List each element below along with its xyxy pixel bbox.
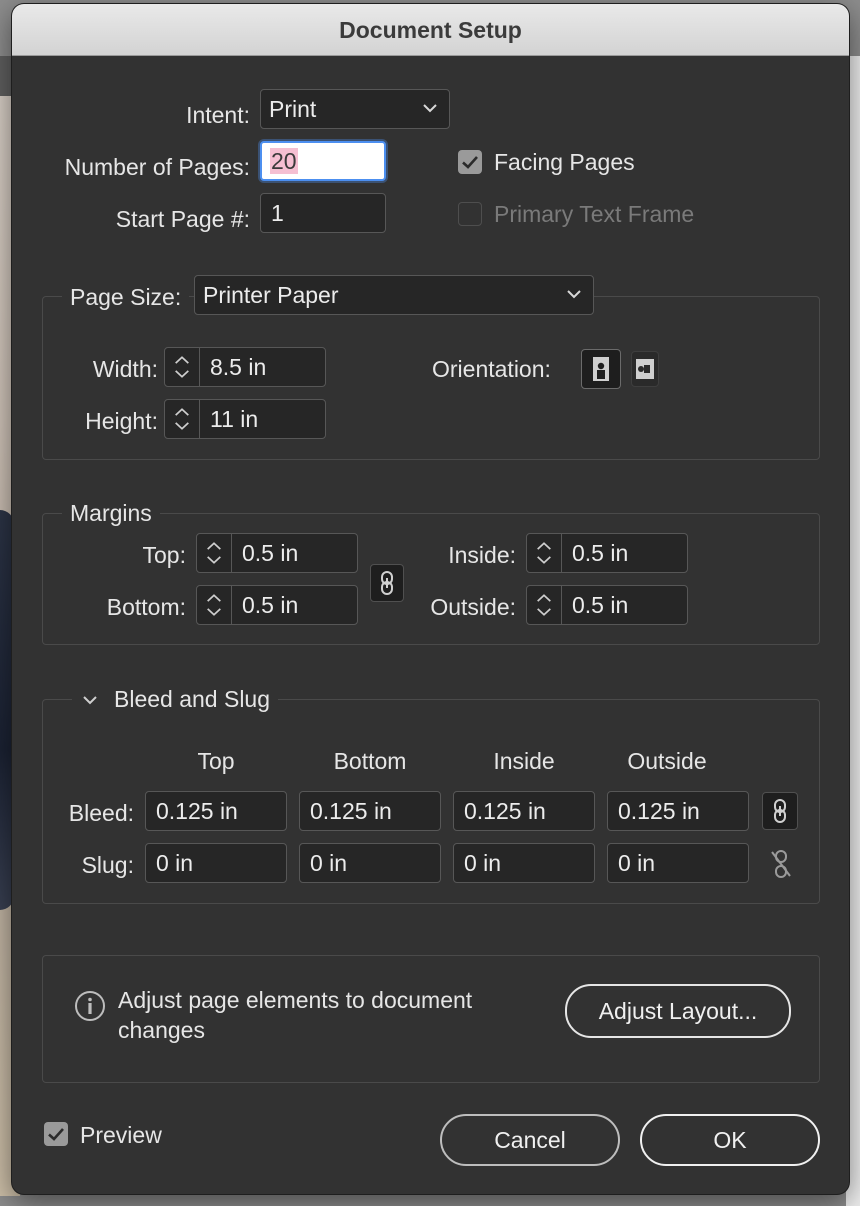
bleed-link-button[interactable] (762, 792, 798, 830)
checkmark-icon (462, 156, 478, 169)
bleed-inside-input[interactable]: 0.125 in (453, 791, 595, 831)
stepper-arrows-icon[interactable] (197, 534, 232, 572)
preview-checkbox[interactable] (44, 1122, 68, 1146)
column-header-inside: Inside (493, 748, 555, 774)
column-header-bottom: Bottom (333, 748, 407, 774)
bleed-outside-input[interactable]: 0.125 in (607, 791, 749, 831)
checkmark-icon (48, 1128, 64, 1141)
stepper-arrows-icon[interactable] (197, 586, 232, 624)
column-header-outside: Outside (627, 748, 707, 774)
page-size-select[interactable]: Printer Paper (194, 275, 594, 315)
intent-value: Print (269, 96, 317, 122)
slug-inside-input[interactable]: 0 in (453, 843, 595, 883)
ok-button[interactable]: OK (640, 1114, 820, 1166)
margin-top-label: Top: (142, 542, 186, 568)
chain-link-icon (774, 799, 786, 823)
bleed-slug-header[interactable]: Bleed and Slug (72, 685, 279, 713)
facing-pages-checkbox[interactable] (458, 150, 482, 174)
chevron-down-icon (567, 290, 581, 299)
stepper-arrows-icon[interactable] (165, 348, 200, 386)
width-label: Width: (92, 356, 158, 382)
landscape-orientation-button[interactable] (631, 351, 659, 387)
stepper-arrows-icon[interactable] (165, 400, 200, 438)
slug-outside-input[interactable]: 0 in (607, 843, 749, 883)
intent-label: Intent: (186, 102, 250, 128)
margin-top-stepper[interactable]: 0.5 in (196, 533, 358, 573)
facing-pages-label: Facing Pages (494, 149, 635, 175)
landscape-icon (636, 359, 654, 379)
height-stepper[interactable]: 11 in (164, 399, 326, 439)
orientation-label: Orientation: (432, 356, 551, 382)
broken-link-icon (771, 850, 791, 878)
margin-inside-value: 0.5 in (572, 540, 629, 566)
height-label: Height: (85, 408, 158, 434)
adjust-layout-button[interactable]: Adjust Layout... (565, 984, 791, 1038)
portrait-icon (593, 357, 609, 381)
start-page-input[interactable]: 1 (260, 193, 386, 233)
pages-value: 20 (270, 148, 298, 174)
pages-label: Number of Pages: (64, 154, 250, 180)
info-icon (74, 990, 106, 1022)
cancel-button[interactable]: Cancel (440, 1114, 620, 1166)
primary-text-frame-checkbox[interactable] (458, 202, 482, 226)
margins-link-button[interactable] (370, 564, 404, 602)
stepper-arrows-icon[interactable] (527, 586, 562, 624)
margin-bottom-value: 0.5 in (242, 592, 299, 618)
page-size-group (42, 296, 820, 460)
margin-bottom-label: Bottom: (106, 594, 186, 620)
margins-group (42, 513, 820, 645)
adjust-text-line1: Adjust page elements to document (118, 987, 473, 1013)
bleed-slug-title: Bleed and Slug (114, 686, 271, 712)
page-size-label: Page Size: (62, 283, 190, 311)
chevron-down-icon (83, 696, 97, 705)
slug-label: Slug: (81, 852, 134, 878)
margin-outside-label: Outside: (430, 594, 516, 620)
slug-unlink-button[interactable] (764, 846, 798, 882)
start-page-label: Start Page #: (115, 206, 250, 232)
primary-text-frame-label: Primary Text Frame (494, 201, 695, 227)
slug-bottom-input[interactable]: 0 in (299, 843, 441, 883)
bleed-bottom-input[interactable]: 0.125 in (299, 791, 441, 831)
portrait-orientation-button[interactable] (581, 349, 621, 389)
margin-inside-label: Inside: (448, 542, 516, 568)
width-stepper[interactable]: 8.5 in (164, 347, 326, 387)
chain-link-icon (381, 571, 393, 595)
margin-outside-stepper[interactable]: 0.5 in (526, 585, 688, 625)
slug-top-input[interactable]: 0 in (145, 843, 287, 883)
margin-top-value: 0.5 in (242, 540, 299, 566)
document-setup-dialog: Document Setup Intent: Print Number of P… (12, 4, 849, 1194)
chevron-down-icon (423, 104, 437, 113)
dialog-title: Document Setup (12, 4, 849, 56)
number-of-pages-input[interactable]: 20 (260, 141, 386, 181)
column-header-top: Top (197, 748, 235, 774)
bleed-label: Bleed: (68, 800, 134, 826)
adjust-text-line2: changes (118, 1017, 205, 1043)
margin-outside-value: 0.5 in (572, 592, 629, 618)
page-size-value: Printer Paper (203, 282, 339, 308)
bleed-top-input[interactable]: 0.125 in (145, 791, 287, 831)
preview-label: Preview (80, 1122, 162, 1148)
intent-select[interactable]: Print (260, 89, 450, 129)
margin-inside-stepper[interactable]: 0.5 in (526, 533, 688, 573)
height-value: 11 in (210, 406, 259, 432)
margin-bottom-stepper[interactable]: 0.5 in (196, 585, 358, 625)
stepper-arrows-icon[interactable] (527, 534, 562, 572)
width-value: 8.5 in (210, 354, 267, 380)
margins-title: Margins (62, 499, 160, 527)
